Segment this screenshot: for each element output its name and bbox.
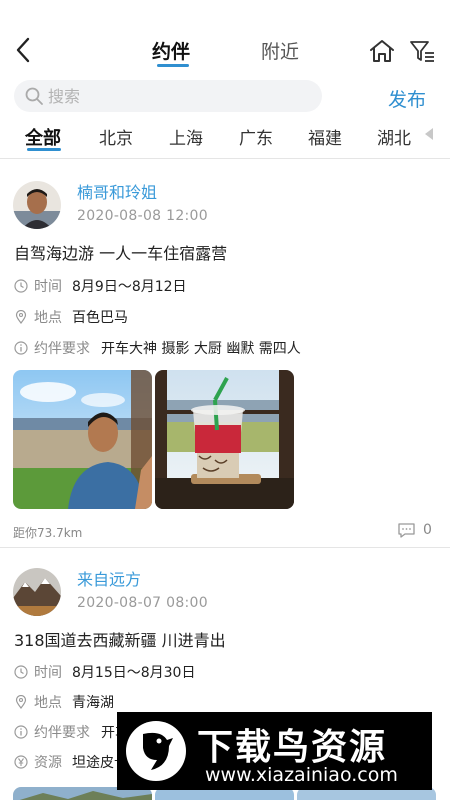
filter-icon[interactable] <box>408 38 436 64</box>
location-label: 地点 <box>34 695 62 711</box>
yen-icon <box>14 755 28 769</box>
requirement-label: 约伴要求 <box>34 725 90 741</box>
region-tab-fujian[interactable]: 福建 <box>308 124 342 149</box>
resource-label: 资源 <box>34 755 62 771</box>
distance-label: 距你73.7km <box>13 526 83 540</box>
location-label: 地点 <box>34 310 62 326</box>
location-value: 百色巴马 <box>72 310 128 326</box>
username[interactable]: 来自远方 <box>77 566 141 590</box>
back-icon[interactable] <box>12 36 36 64</box>
info-icon <box>14 725 28 739</box>
requirement-value: 开车大神 摄影 大厨 幽默 需四人 <box>101 341 301 357</box>
watermark-banner: 下载鸟资源 www.xiazainiao.com <box>117 712 432 790</box>
time-label: 时间 <box>34 665 62 681</box>
location-pin-icon <box>15 695 27 709</box>
publish-button[interactable]: 发布 <box>388 85 426 112</box>
region-tab-all[interactable]: 全部 <box>25 124 61 150</box>
search-icon <box>25 87 43 105</box>
divider <box>0 158 450 159</box>
post-photo-drink[interactable] <box>155 370 294 509</box>
tab-companion[interactable]: 约伴 <box>152 37 190 64</box>
scroll-left-arrow-icon[interactable] <box>424 128 434 140</box>
watermark-url: www.xiazainiao.com <box>205 764 398 786</box>
region-tabs: 全部 北京 上海 广东 福建 湖北 <box>0 120 450 156</box>
time-value: 8月9日～8月12日 <box>72 279 187 295</box>
bird-logo-icon <box>126 721 186 781</box>
region-selected-indicator <box>27 148 61 151</box>
active-tab-indicator <box>157 64 189 67</box>
time-label: 时间 <box>34 279 62 295</box>
clock-icon <box>14 279 28 293</box>
location-value: 青海湖 <box>72 695 114 711</box>
search-bar <box>14 80 322 112</box>
info-icon <box>14 341 28 355</box>
tab-nearby[interactable]: 附近 <box>261 37 299 64</box>
comment-icon[interactable] <box>398 523 415 538</box>
post-title[interactable]: 318国道去西藏新疆 川进青出 <box>14 627 226 651</box>
location-pin-icon <box>15 310 27 324</box>
region-tab-shanghai[interactable]: 上海 <box>169 124 203 149</box>
home-icon[interactable] <box>368 38 396 64</box>
username[interactable]: 楠哥和玲姐 <box>77 179 157 203</box>
comment-count: 0 <box>423 522 432 538</box>
region-tab-hubei[interactable]: 湖北 <box>377 124 411 149</box>
post-timestamp: 2020-08-08 12:00 <box>77 208 208 224</box>
clock-icon <box>14 665 28 679</box>
avatar[interactable] <box>13 181 61 229</box>
avatar[interactable] <box>13 568 61 616</box>
post-photo-selfie[interactable] <box>13 370 152 509</box>
search-input[interactable] <box>48 85 308 107</box>
requirement-label: 约伴要求 <box>34 341 90 357</box>
watermark-title: 下载鸟资源 <box>197 727 388 768</box>
time-value: 8月15日～8月30日 <box>72 665 196 681</box>
divider <box>0 547 450 548</box>
post-timestamp: 2020-08-07 08:00 <box>77 595 208 611</box>
region-tab-guangdong[interactable]: 广东 <box>239 124 273 149</box>
top-bar: 约伴 附近 <box>0 0 450 72</box>
post-title[interactable]: 自驾海边游 一人一车住宿露营 <box>14 240 227 264</box>
region-tab-beijing[interactable]: 北京 <box>99 124 133 149</box>
